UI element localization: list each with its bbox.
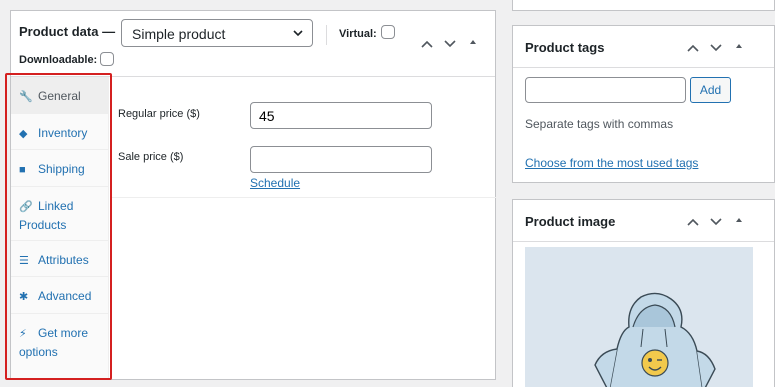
product-data-tabs: 🔧 General ◆ Inventory ■ Shipping 🔗 Linked Pr…	[11, 77, 109, 380]
box-controls	[686, 215, 746, 230]
schedule-link[interactable]: Schedule	[250, 176, 300, 190]
sale-price-label: Sale price ($)	[118, 151, 184, 163]
tab-attributes[interactable]: ☰ Attributes	[11, 241, 108, 277]
list-icon: ☰	[19, 254, 29, 267]
new-tag-input[interactable]	[525, 77, 686, 103]
tab-label: Advanced	[38, 289, 92, 303]
product-image-thumbnail[interactable]	[525, 247, 753, 387]
virtual-label: Virtual:	[339, 28, 377, 40]
tab-label: Attributes	[38, 252, 89, 267]
product-type-select[interactable]: Simple product	[121, 19, 313, 47]
move-up-icon[interactable]	[420, 37, 434, 52]
product-image-box: Product image	[512, 199, 775, 387]
add-tag-button[interactable]: Add	[690, 77, 731, 103]
general-panel: Regular price ($) Sale price ($) Schedul…	[110, 78, 496, 198]
choose-tags-link[interactable]: Choose from the most used tags	[525, 156, 698, 170]
product-data-header: Product data — Simple product Virtual: D…	[11, 11, 495, 77]
downloadable-label: Downloadable:	[19, 54, 98, 66]
move-up-icon[interactable]	[686, 215, 700, 230]
box-controls	[420, 37, 480, 52]
tab-general[interactable]: 🔧 General	[11, 77, 108, 114]
tab-inventory[interactable]: ◆ Inventory	[11, 114, 108, 150]
plugin-icon: ⚡	[19, 327, 27, 340]
collapse-toggle-icon[interactable]	[732, 215, 746, 230]
product-data-box: Product data — Simple product Virtual: D…	[10, 10, 496, 380]
wrench-icon: 🔧	[19, 91, 33, 103]
product-image-header: Product image	[513, 200, 774, 242]
sale-price-input[interactable]	[250, 146, 432, 173]
downloadable-checkbox[interactable]	[100, 52, 114, 66]
product-tags-title: Product tags	[525, 40, 605, 55]
chevron-down-icon	[292, 24, 304, 45]
move-up-icon[interactable]	[686, 41, 700, 56]
link-icon: 🔗	[19, 200, 33, 213]
tab-label: Shipping	[38, 162, 85, 176]
regular-price-input[interactable]	[250, 102, 432, 129]
product-tags-header: Product tags	[513, 26, 774, 68]
tab-advanced[interactable]: ✱ Advanced	[11, 277, 108, 314]
tab-linked-products[interactable]: 🔗 Linked Products	[11, 187, 108, 241]
collapse-toggle-icon[interactable]	[732, 41, 746, 56]
tab-get-more-options[interactable]: ⚡ Get more options	[11, 314, 108, 368]
product-image-title: Product image	[525, 214, 616, 229]
product-data-title: Product data —	[19, 24, 116, 39]
move-down-icon[interactable]	[443, 37, 457, 52]
gear-icon: ✱	[19, 291, 29, 303]
sidebar-box-top	[512, 0, 775, 11]
move-down-icon[interactable]	[709, 41, 723, 56]
product-type-value: Simple product	[132, 26, 226, 42]
hoodie-image	[594, 292, 716, 387]
move-down-icon[interactable]	[709, 215, 723, 230]
tag-icon: ◆	[19, 127, 28, 140]
tab-shipping[interactable]: ■ Shipping	[11, 150, 108, 187]
box-controls	[686, 41, 746, 56]
truck-icon: ■	[19, 164, 26, 176]
header-divider	[326, 25, 327, 45]
tags-hint: Separate tags with commas	[525, 117, 674, 131]
virtual-checkbox[interactable]	[381, 25, 395, 39]
collapse-toggle-icon[interactable]	[466, 37, 480, 52]
tab-label: Inventory	[38, 125, 88, 140]
regular-price-label: Regular price ($)	[118, 108, 200, 120]
product-tags-box: Product tags Add Separate tags with comm…	[512, 25, 775, 183]
tab-label: General	[38, 89, 81, 103]
